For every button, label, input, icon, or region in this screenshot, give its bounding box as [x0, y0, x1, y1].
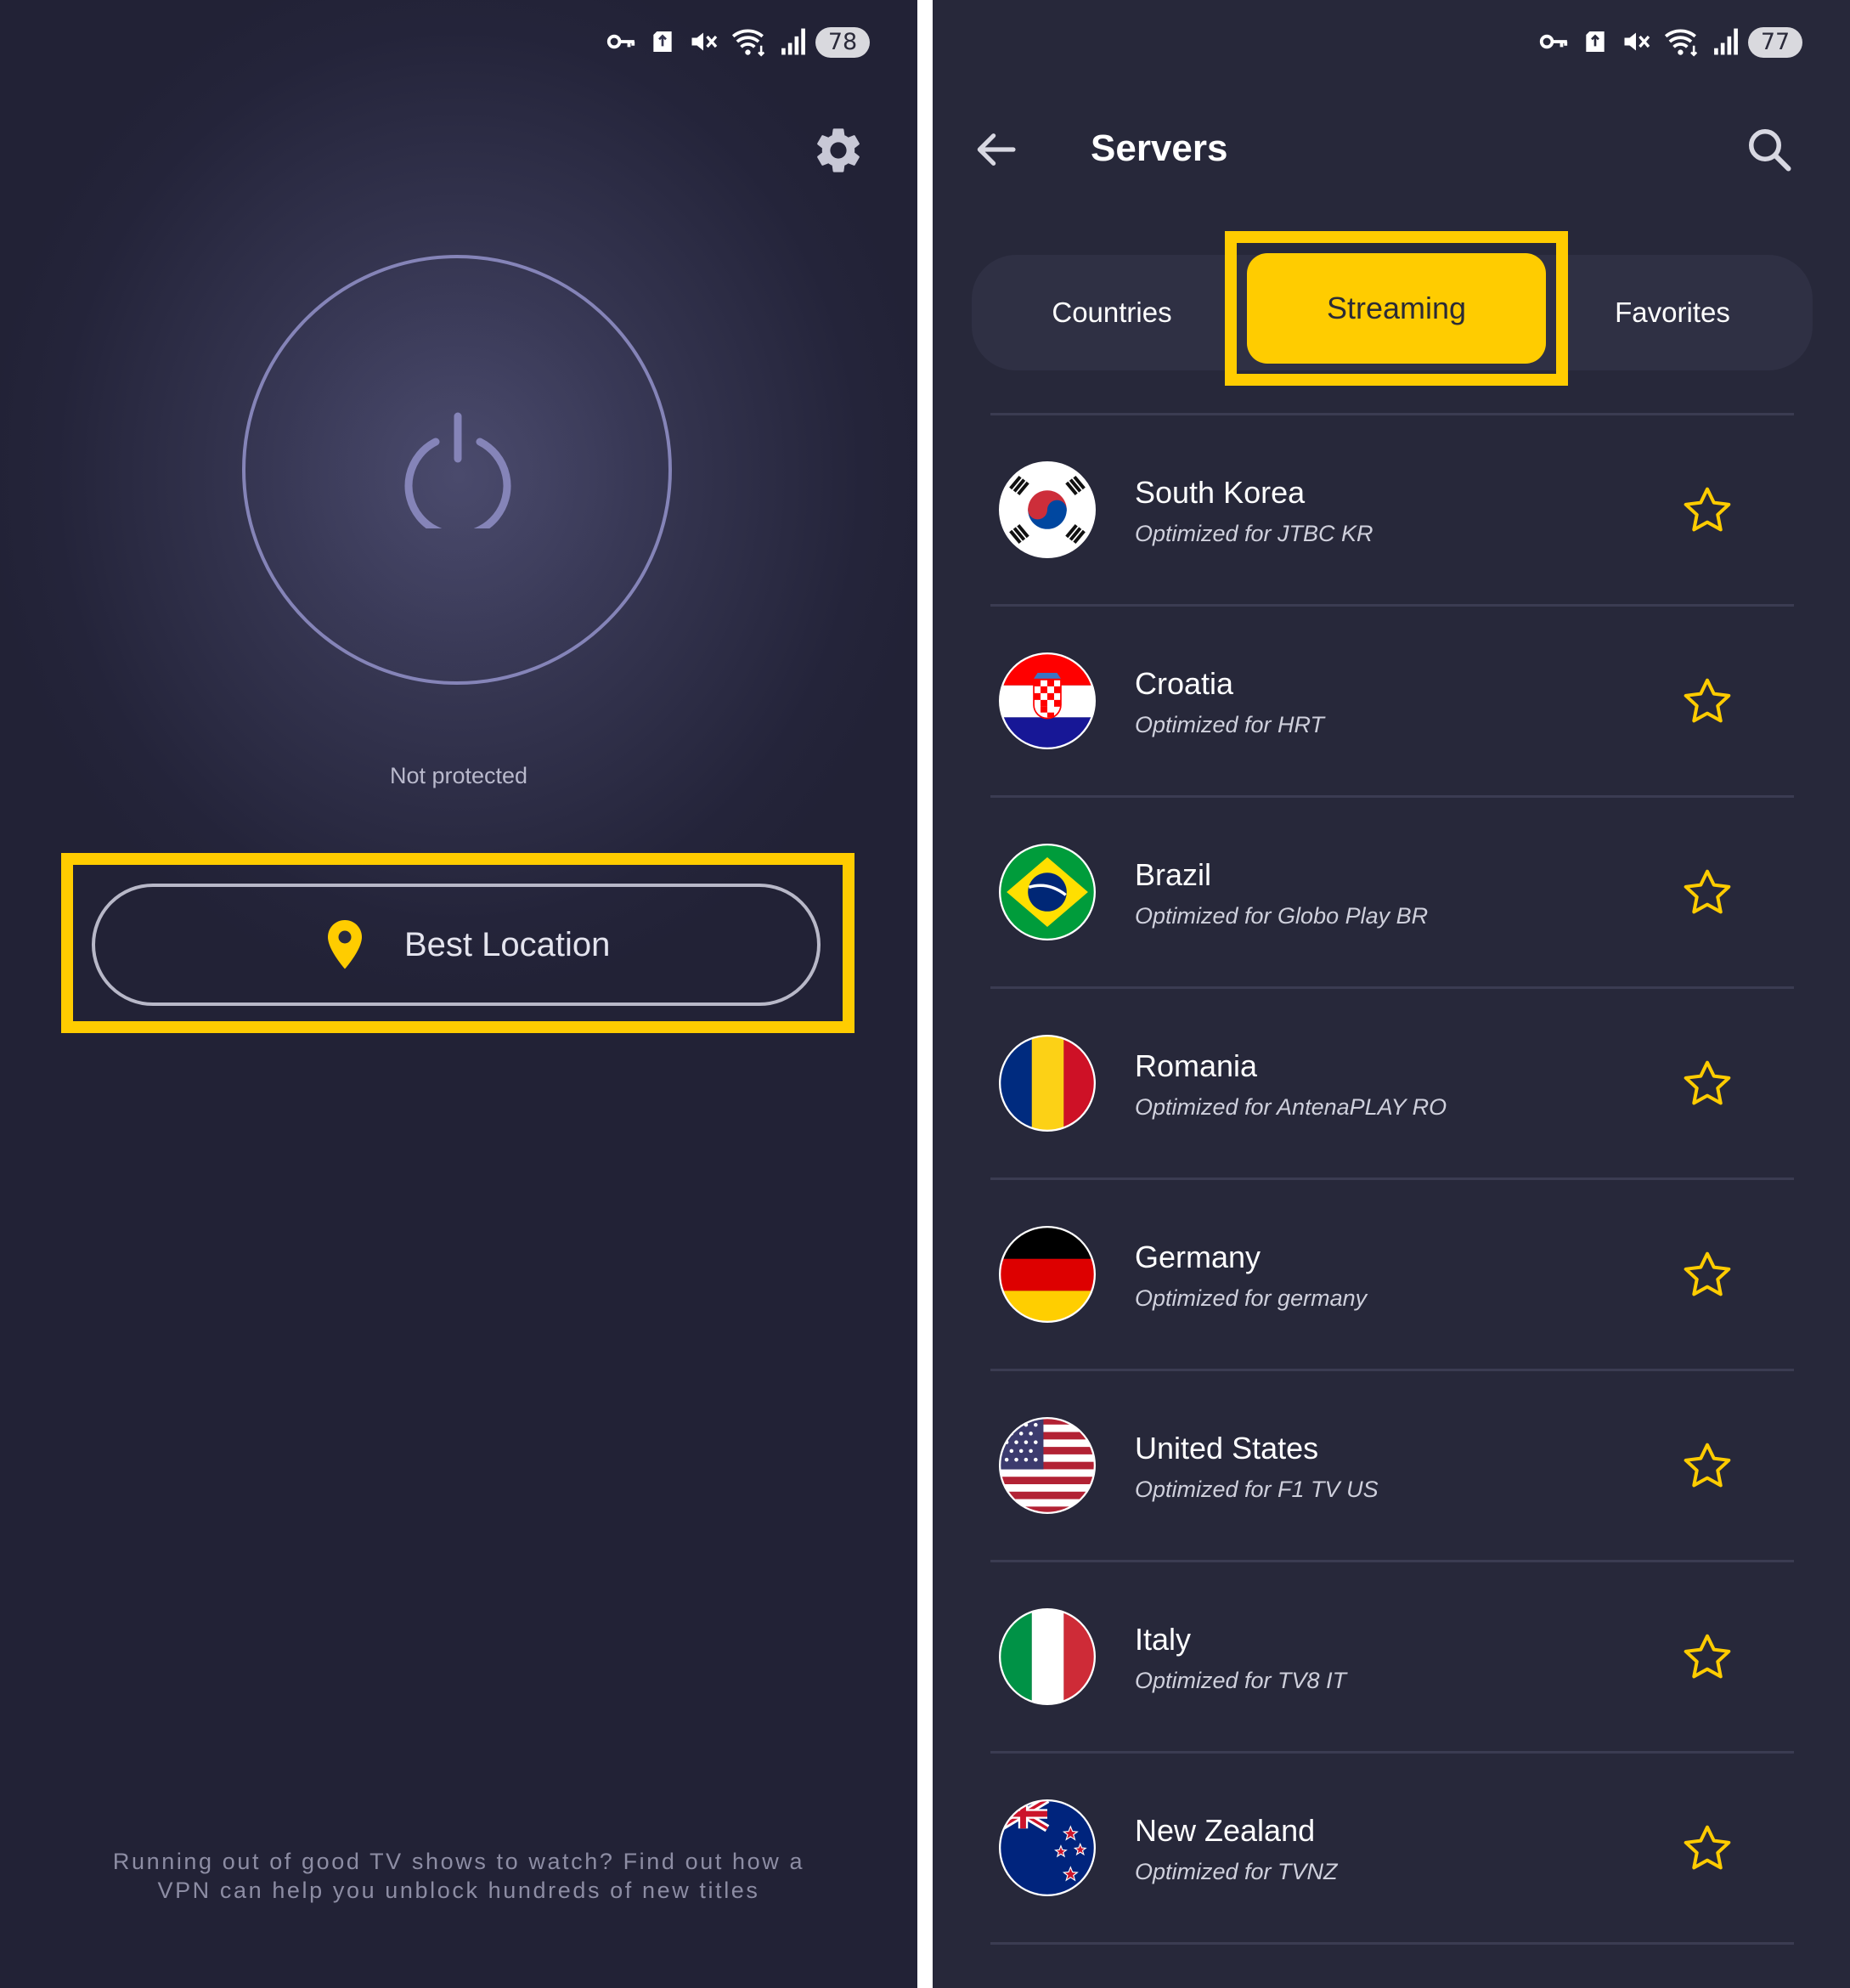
server-row[interactable]: Brazil Optimized for Globo Play BR: [990, 798, 1794, 989]
country-name: United States: [1135, 1431, 1319, 1466]
country-name: Germany: [1135, 1240, 1261, 1274]
mute-icon: [1624, 32, 1650, 51]
page-title: Servers: [1091, 127, 1228, 169]
arrow-back-icon: [977, 133, 1016, 166]
search-button[interactable]: [1744, 124, 1795, 179]
star-icon[interactable]: [1680, 1439, 1734, 1494]
server-subtitle: Optimized for TV8 IT: [1135, 1668, 1347, 1693]
server-row[interactable]: New Zealand Optimized for TVNZ: [990, 1754, 1794, 1945]
key-icon: [1539, 34, 1568, 49]
wifi-icon: [731, 29, 765, 57]
status-bar: 77: [1510, 24, 1850, 61]
sd-card-icon: [653, 31, 672, 52]
servers-screen: 77 Servers Countries Favorites Streaming: [933, 0, 1850, 1988]
star-icon[interactable]: [1680, 1630, 1734, 1685]
server-subtitle: Optimized for F1 TV US: [1135, 1477, 1379, 1502]
key-icon: [606, 34, 635, 49]
settings-button[interactable]: [811, 123, 866, 178]
tab-streaming[interactable]: Streaming: [1247, 253, 1546, 364]
tab-countries[interactable]: Countries: [972, 255, 1252, 370]
server-subtitle: Optimized for TVNZ: [1135, 1859, 1338, 1884]
flag-south-korea: [999, 461, 1096, 558]
flag-united-states: [999, 1417, 1096, 1514]
star-icon[interactable]: [1680, 483, 1734, 538]
power-icon: [404, 412, 511, 528]
status-bar: 78: [578, 24, 917, 61]
server-subtitle: Optimized for HRT: [1135, 712, 1325, 737]
server-row[interactable]: Germany Optimized for germany: [990, 1180, 1794, 1371]
server-subtitle: Optimized for Globo Play BR: [1135, 903, 1429, 929]
flag-croatia: [999, 652, 1096, 749]
country-name: Italy: [1135, 1622, 1192, 1657]
promo-line: Running out of good TV shows to watch? F…: [112, 1849, 805, 1874]
server-row[interactable]: Romania Optimized for AntenaPLAY RO: [990, 989, 1794, 1180]
server-row[interactable]: United States Optimized for F1 TV US: [990, 1371, 1794, 1562]
server-subtitle: Optimized for JTBC KR: [1135, 521, 1373, 546]
promo-link[interactable]: Running out of good TV shows to watch? F…: [93, 1847, 824, 1905]
battery-indicator: 77: [1748, 27, 1802, 58]
flag-brazil: [999, 844, 1096, 940]
tab-favorites[interactable]: Favorites: [1532, 255, 1813, 370]
server-list: South Korea Optimized for JTBC KR Croati…: [990, 413, 1794, 1945]
country-name: South Korea: [1135, 475, 1306, 510]
country-name: Croatia: [1135, 666, 1234, 701]
flag-romania: [999, 1035, 1096, 1132]
signal-icon: [1714, 28, 1738, 55]
flag-italy: [999, 1608, 1096, 1705]
search-icon: [1749, 129, 1791, 172]
promo-line: VPN can help you unblock hundreds of new…: [157, 1878, 760, 1903]
country-name: Brazil: [1135, 857, 1212, 892]
gear-icon: [817, 128, 860, 172]
sd-card-icon: [1586, 31, 1605, 52]
server-row[interactable]: South Korea Optimized for JTBC KR: [990, 415, 1794, 607]
mute-icon: [691, 32, 718, 51]
star-icon[interactable]: [1680, 675, 1734, 729]
server-subtitle: Optimized for germany: [1135, 1285, 1368, 1311]
location-pin-icon: [328, 920, 362, 969]
signal-icon: [781, 28, 805, 55]
server-row[interactable]: Italy Optimized for TV8 IT: [990, 1562, 1794, 1754]
star-icon[interactable]: [1680, 866, 1734, 920]
star-icon[interactable]: [1680, 1248, 1734, 1302]
flag-new-zealand: [999, 1799, 1096, 1896]
country-name: New Zealand: [1135, 1813, 1316, 1848]
wifi-icon: [1664, 29, 1698, 57]
home-screen: 78 Not protected Best Location Running o…: [0, 0, 917, 1988]
server-row[interactable]: Croatia Optimized for HRT: [990, 607, 1794, 798]
country-name: Romania: [1135, 1048, 1258, 1083]
battery-indicator: 78: [815, 27, 870, 58]
flag-germany: [999, 1226, 1096, 1323]
protection-status: Not protected: [389, 763, 528, 788]
star-icon[interactable]: [1680, 1057, 1734, 1111]
server-subtitle: Optimized for AntenaPLAY RO: [1135, 1094, 1447, 1120]
back-button[interactable]: [970, 126, 1021, 178]
location-label: Best Location: [404, 926, 611, 963]
power-button[interactable]: [242, 255, 672, 685]
star-icon[interactable]: [1680, 1821, 1734, 1876]
best-location-button[interactable]: Best Location: [92, 884, 821, 1006]
